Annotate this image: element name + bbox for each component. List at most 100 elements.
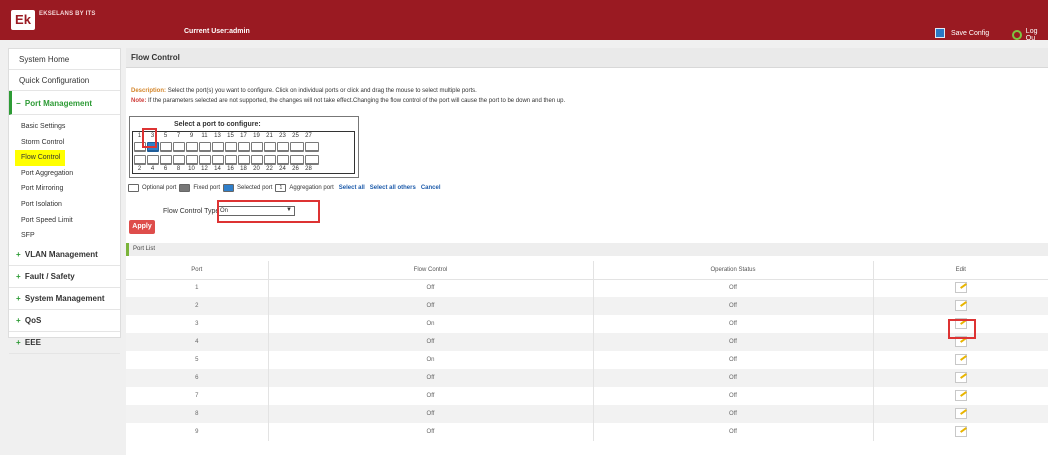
port-9[interactable] — [186, 142, 198, 152]
port-4[interactable] — [147, 155, 159, 165]
sidebar-item-port-speed-limit[interactable]: Port Speed Limit — [9, 213, 120, 229]
port-2[interactable] — [134, 155, 146, 165]
port-14[interactable] — [212, 155, 224, 165]
cell-edit — [873, 423, 1048, 441]
collapse-icon: − — [16, 99, 21, 108]
legend-fixed-label: Fixed port — [193, 185, 221, 191]
port-list-title: Port List — [126, 243, 1048, 256]
legend-selected-label: Selected port — [237, 185, 273, 191]
sidebar-item-port-isolation[interactable]: Port Isolation — [9, 197, 120, 213]
select-all-others-link[interactable]: Select all others — [370, 185, 416, 191]
port-19[interactable] — [251, 142, 263, 152]
sidebar-item-storm-control[interactable]: Storm Control — [9, 135, 120, 151]
port-26[interactable] — [290, 155, 304, 165]
note-label: Note: — [131, 98, 147, 104]
port-16[interactable] — [225, 155, 237, 165]
port-list-table: Port Flow Control Operation Status Edit … — [126, 261, 1048, 441]
sidebar-group-vlan[interactable]: + VLAN Management — [9, 244, 120, 266]
cell-port: 7 — [126, 387, 269, 405]
cell-port: 9 — [126, 423, 269, 441]
port-25[interactable] — [290, 142, 304, 152]
port-28[interactable] — [305, 155, 319, 165]
edit-icon[interactable] — [954, 389, 967, 401]
sidebar-group-fault[interactable]: + Fault / Safety — [9, 266, 120, 288]
expand-icon: + — [16, 249, 21, 259]
cell-operation-status: Off — [593, 351, 874, 369]
cell-edit — [873, 279, 1048, 297]
port-15[interactable] — [225, 142, 237, 152]
cancel-link[interactable]: Cancel — [421, 185, 441, 191]
port-number: 11 — [201, 133, 208, 139]
table-row: 9 Off Off — [126, 423, 1048, 441]
cell-port: 3 — [126, 315, 269, 333]
port-6[interactable] — [160, 155, 172, 165]
port-23[interactable] — [277, 142, 289, 152]
table-row: 4 Off Off — [126, 333, 1048, 351]
cell-flow-control: Off — [268, 279, 594, 297]
cell-port: 1 — [126, 279, 269, 297]
port-13[interactable] — [212, 142, 224, 152]
port-10[interactable] — [186, 155, 198, 165]
logout-button[interactable]: Log Ou — [1012, 28, 1048, 42]
expand-icon: + — [16, 271, 21, 281]
port-number: 22 — [266, 166, 273, 172]
apply-button[interactable]: Apply — [129, 220, 155, 234]
table-row: 5 On Off — [126, 351, 1048, 369]
page-title: Flow Control — [126, 48, 1048, 68]
sidebar-item-port-aggregation[interactable]: Port Aggregation — [9, 166, 120, 182]
sidebar-item-port-mirroring[interactable]: Port Mirroring — [9, 181, 120, 197]
sidebar-item-basic-settings[interactable]: Basic Settings — [9, 119, 120, 135]
select-all-link[interactable]: Select all — [339, 185, 365, 191]
sidebar-group-system[interactable]: + System Management — [9, 288, 120, 310]
save-config-button[interactable]: Save Config — [935, 28, 989, 38]
port-number: 8 — [176, 166, 181, 172]
port-7[interactable] — [173, 142, 185, 152]
port-number: 28 — [305, 166, 312, 172]
cell-edit — [873, 387, 1048, 405]
company-logo: Ek — [11, 10, 35, 30]
sidebar: System Home Quick Configuration − Port M… — [8, 48, 121, 354]
sidebar-group-port-management[interactable]: − Port Management — [9, 91, 120, 115]
edit-icon[interactable] — [954, 407, 967, 419]
app-header: Ek EKSELANS BY ITS Current User:admin Sa… — [0, 0, 1048, 42]
cell-operation-status: Off — [593, 405, 874, 423]
port-27[interactable] — [305, 142, 319, 152]
edit-icon[interactable] — [954, 281, 967, 293]
port-24[interactable] — [277, 155, 289, 165]
cell-operation-status: Off — [593, 315, 874, 333]
edit-icon[interactable] — [954, 353, 967, 365]
legend-aggregation-label: Aggregation port — [289, 185, 334, 191]
edit-icon[interactable] — [954, 299, 967, 311]
sidebar-item-system-home[interactable]: System Home — [9, 49, 120, 70]
cell-edit — [873, 297, 1048, 315]
sidebar-item-quick-config[interactable]: Quick Configuration — [9, 70, 120, 91]
edit-icon[interactable] — [954, 425, 967, 437]
port-11[interactable] — [199, 142, 211, 152]
port-17[interactable] — [238, 142, 250, 152]
sidebar-group-label: EEE — [24, 337, 41, 347]
port-20[interactable] — [251, 155, 263, 165]
cell-port: 2 — [126, 297, 269, 315]
port-number: 12 — [201, 166, 208, 172]
sidebar-group-qos[interactable]: + QoS — [9, 310, 120, 332]
port-8[interactable] — [173, 155, 185, 165]
edit-icon[interactable] — [954, 371, 967, 383]
port-18[interactable] — [238, 155, 250, 165]
table-row: 8 Off Off — [126, 405, 1048, 423]
cell-port: 8 — [126, 405, 269, 423]
column-header-port: Port — [126, 261, 269, 280]
description-text: Select the port(s) you want to configure… — [167, 88, 477, 94]
cell-operation-status: Off — [593, 333, 874, 351]
cell-flow-control: On — [268, 351, 594, 369]
port-5[interactable] — [160, 142, 172, 152]
port-number: 20 — [253, 166, 260, 172]
top-port-numbers: 1 3 5 7 9 11 13 15 17 19 21 23 25 27 — [133, 133, 356, 141]
sidebar-item-sfp[interactable]: SFP — [9, 228, 120, 244]
cell-edit — [873, 351, 1048, 369]
sidebar-item-flow-control[interactable]: Flow Control — [15, 150, 65, 166]
sidebar-group-eee[interactable]: + EEE — [9, 332, 120, 354]
port-22[interactable] — [264, 155, 276, 165]
port-21[interactable] — [264, 142, 276, 152]
port-12[interactable] — [199, 155, 211, 165]
aggregation-port-icon: 1 — [275, 184, 287, 192]
